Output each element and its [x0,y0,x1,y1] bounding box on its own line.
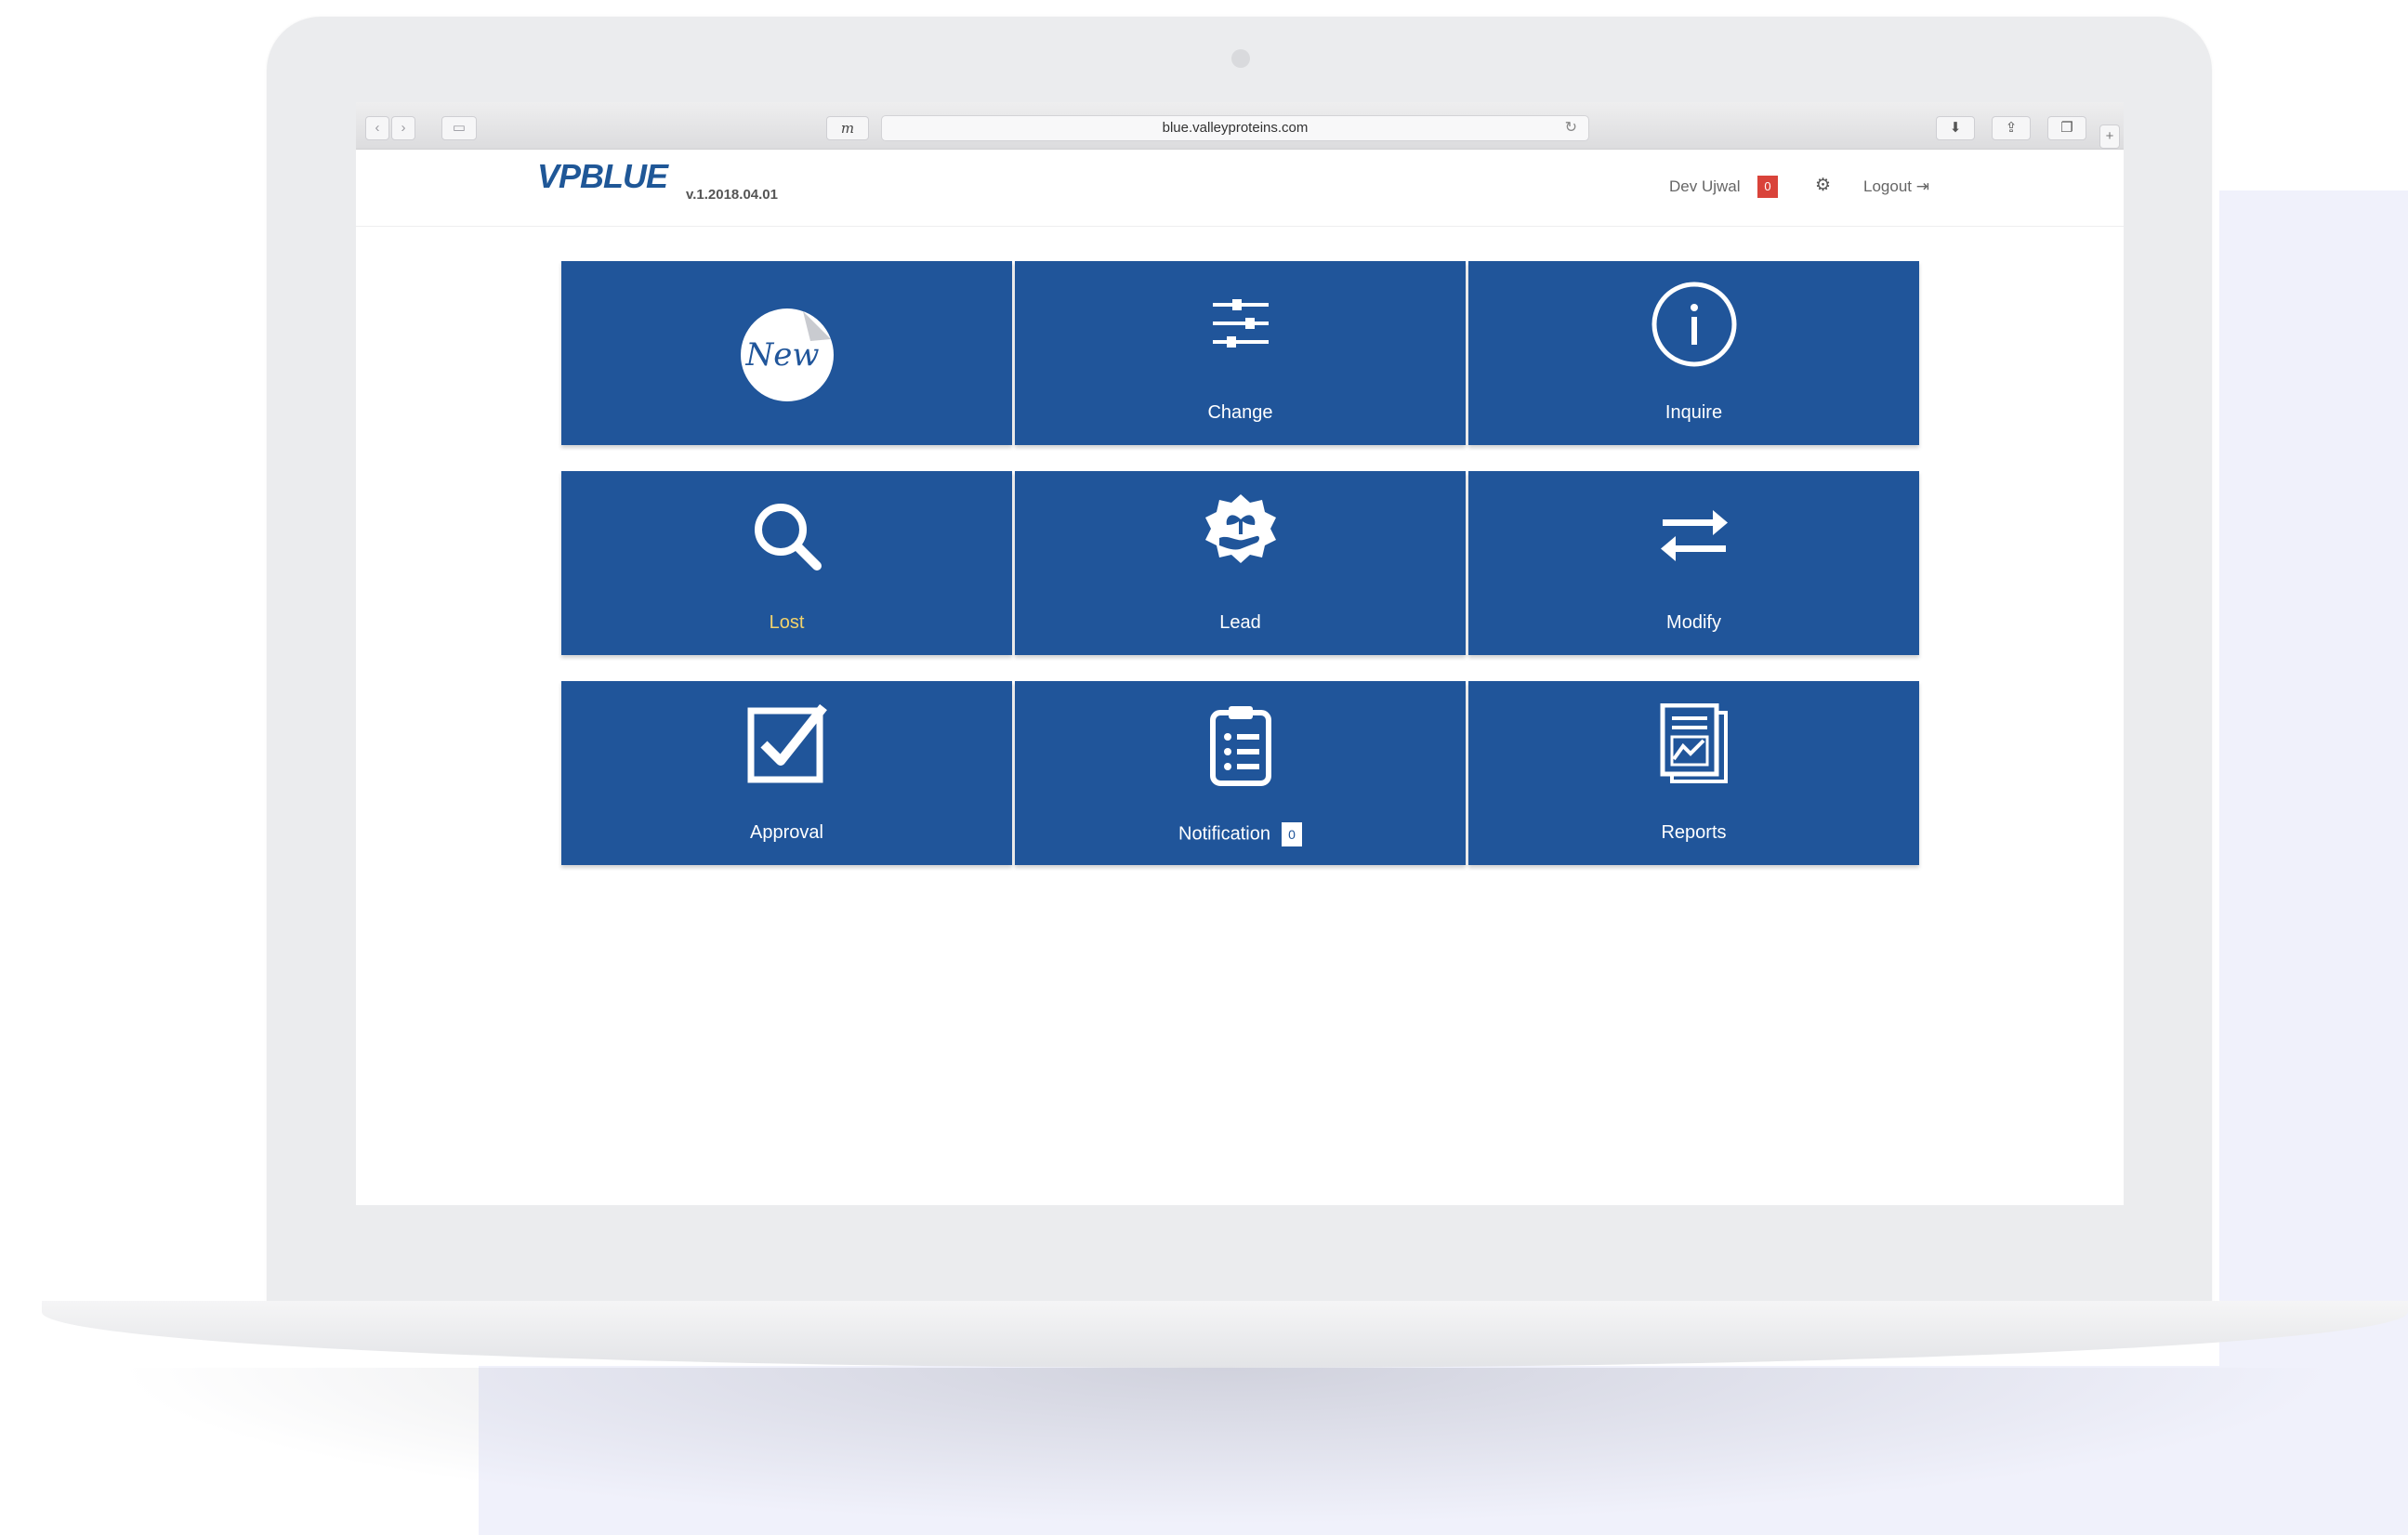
download-button[interactable]: ⬇ [1936,116,1975,140]
url-text: blue.valleyproteins.com [1162,120,1309,136]
tile-lead[interactable]: Lead [1015,471,1466,655]
screen: ‹ › ▭ m blue.valleyproteins.com ↻ ⬇ ⇪ ❐ … [356,102,2124,1205]
tile-notification[interactable]: Notification 0 [1015,681,1466,865]
checkbox-icon [747,703,827,783]
search-icon [754,504,822,571]
tile-lost[interactable]: Lost [561,471,1012,655]
user-badge: 0 [1757,176,1778,198]
notification-badge: 0 [1281,822,1302,846]
tile-label-lead: Lead [1219,612,1261,633]
laptop-shadow [112,1368,2342,1526]
report-chart-icon [1660,703,1728,783]
tile-label-reports: Reports [1661,822,1727,843]
tile-label-approval: Approval [750,822,823,843]
svg-text:New: New [744,336,819,374]
sliders-icon [1212,299,1269,348]
user-name[interactable]: Dev Ujwal [1669,177,1741,196]
clipboard-list-icon [1209,706,1271,786]
tile-approval[interactable]: Approval [561,681,1012,865]
tile-inquire[interactable]: Inquire [1468,261,1919,445]
tile-label-change: Change [1207,402,1273,423]
laptop-base [42,1301,2408,1368]
tile-reports[interactable]: Reports [1468,681,1919,865]
sidebar-toggle-button[interactable]: ▭ [441,116,477,140]
tile-label-notification: Notification 0 [1015,822,1466,846]
logout-link[interactable]: Logout ⇥ [1863,177,1929,196]
camera-icon [1231,49,1250,68]
version-label: v.1.2018.04.01 [686,187,778,203]
notification-label: Notification [1178,823,1270,845]
browser-toolbar: ‹ › ▭ m blue.valleyproteins.com ↻ ⬇ ⇪ ❐ … [356,102,2124,150]
info-icon [1651,282,1736,367]
tile-modify[interactable]: Modify [1468,471,1919,655]
address-bar[interactable]: blue.valleyproteins.com ↻ [881,115,1589,141]
tile-new[interactable]: New [561,261,1012,445]
new-sticker-icon: New [740,308,834,401]
new-tab-button[interactable]: + [2099,125,2120,149]
reader-button[interactable]: m [826,116,869,140]
back-button[interactable]: ‹ [365,116,389,140]
swap-arrows-icon [1660,510,1728,561]
app-header: VPBLUE v.1.2018.04.01 Dev Ujwal 0 ⚙ Logo… [356,150,2124,227]
logo: VPBLUE [537,157,668,195]
tile-change[interactable]: Change [1015,261,1466,445]
forward-button[interactable]: › [391,116,415,140]
reload-icon[interactable]: ↻ [1565,116,1577,140]
tabs-button[interactable]: ❐ [2047,116,2086,140]
share-button[interactable]: ⇪ [1992,116,2031,140]
logout-icon: ⇥ [1915,177,1929,195]
tile-label-modify: Modify [1666,612,1721,633]
plant-hand-icon [1204,494,1276,563]
gear-icon[interactable]: ⚙ [1815,175,1831,196]
logout-label: Logout [1863,177,1912,195]
tile-label-lost: Lost [769,612,805,633]
tile-label-inquire: Inquire [1665,402,1723,423]
